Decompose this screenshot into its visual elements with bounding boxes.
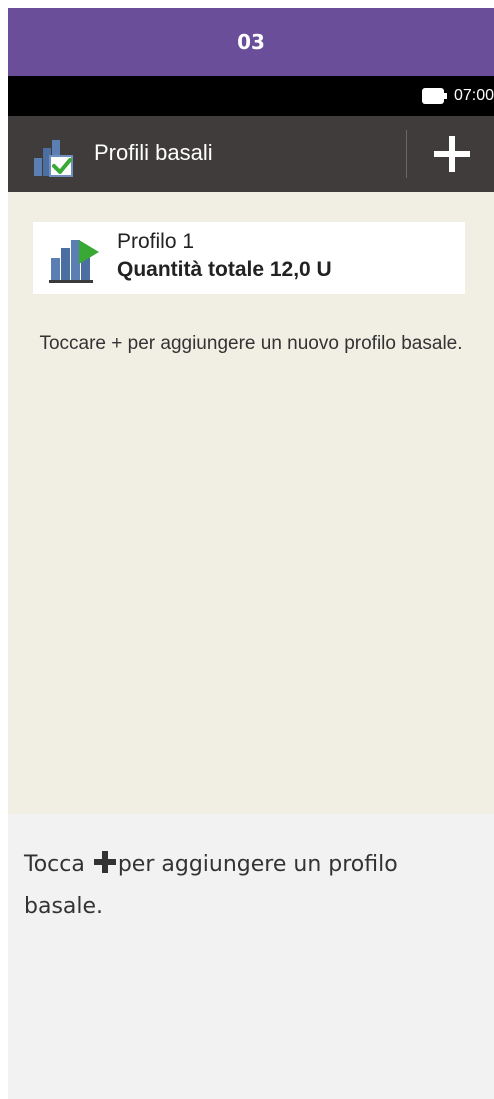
add-profile-button[interactable] [422,126,482,182]
instruction-text: Tocca per aggiungere un profilo basale. [24,844,464,928]
title-divider [406,130,407,178]
status-bar: 07:00 [8,76,494,116]
step-header: 03 [8,8,494,76]
step-number: 03 [237,30,265,54]
instruction-panel: Tocca per aggiungere un profilo basale. [8,814,494,1099]
basal-profile-check-icon [34,140,73,177]
device-frame: 03 07:00 Profili basali Profilo 1 Quanti… [8,8,494,1099]
basal-profile-active-icon [49,240,99,283]
profile-list-item[interactable]: Profilo 1 Quantità totale 12,0 U [33,222,465,294]
title-bar: Profili basali [8,116,494,192]
plus-icon [93,851,116,873]
profile-name: Profilo 1 [117,230,195,253]
profile-total: Quantità totale 12,0 U [117,258,332,281]
battery-icon [421,88,448,104]
page-title: Profili basali [94,140,213,165]
profiles-screen: Profilo 1 Quantità totale 12,0 U Toccare… [8,192,494,814]
add-profile-hint: Toccare + per aggiungere un nuovo profil… [39,333,463,354]
status-time: 07:00 [453,87,494,104]
plus-icon [434,136,470,172]
instruction-prefix: Tocca [24,852,85,877]
